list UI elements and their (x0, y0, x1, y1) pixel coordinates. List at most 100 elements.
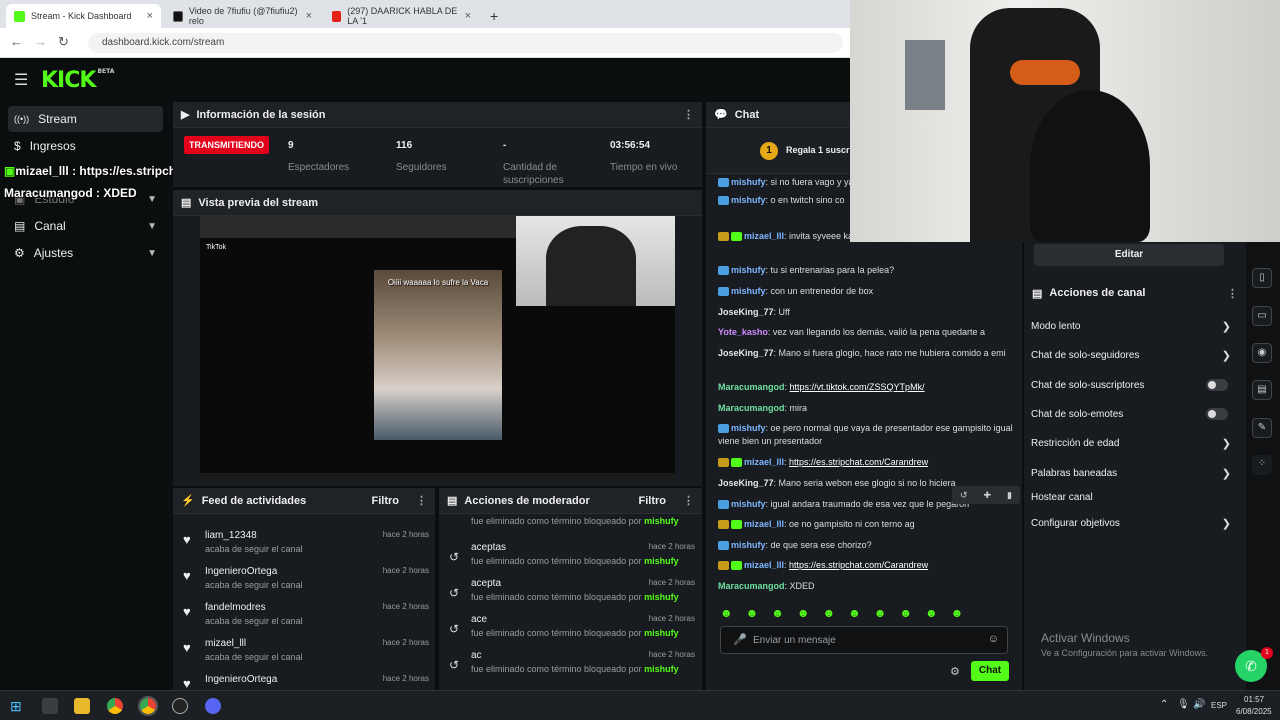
chat-message[interactable]: Maracumangod: mira (718, 402, 1014, 415)
list-item[interactable]: ♥ IngenieroOrtega acaba de seguir el can… (173, 562, 435, 598)
filter-button[interactable]: Filtro (639, 495, 667, 507)
sidebar-item-ajustes[interactable]: ⚙ Ajustes ▼ (8, 240, 163, 266)
list-item[interactable]: ↺ aceptas fue eliminado como término blo… (439, 538, 701, 574)
undo-icon[interactable]: ↺ (449, 586, 459, 600)
channel-action-goals[interactable]: Configurar objetivos ❯ (1031, 517, 1231, 530)
windows-start-icon[interactable]: ⊞ (10, 698, 26, 714)
language-indicator[interactable]: ESP (1211, 701, 1227, 710)
undo-icon[interactable]: ↺ (449, 550, 459, 564)
chat-link[interactable]: https://es.stripchat.com/Carandrew (789, 457, 928, 467)
hamburger-menu-icon[interactable]: ☰ (14, 70, 28, 90)
wrench-icon[interactable]: ✎ (1252, 418, 1272, 438)
chat-message[interactable]: Maracumangod: https://vt.tiktok.com/ZSSQ… (718, 381, 1014, 394)
chat-username[interactable]: JoseKing_77 (718, 307, 774, 317)
chat-username[interactable]: mishufy (731, 265, 766, 275)
chat-username[interactable]: mishufy (731, 499, 766, 509)
chat-username[interactable]: mishufy (731, 195, 766, 205)
chat-message[interactable]: JoseKing_77: Mano si fuera glogio, hace … (718, 347, 1014, 360)
undo-icon[interactable]: ↺ (449, 658, 459, 672)
volume-icon[interactable]: 🔊 (1193, 699, 1205, 710)
chat-message[interactable]: mishufy: de que sera ese chorizo? (718, 539, 1014, 552)
list-item[interactable]: ♥ liam_12348 acaba de seguir el canal ha… (173, 526, 435, 562)
chat-username[interactable]: mizael_lll (744, 231, 784, 241)
undo-icon[interactable]: ↺ (449, 622, 459, 636)
channel-action-emotes-only[interactable]: Chat de solo-emotes (1031, 408, 1231, 420)
list-item[interactable]: ↺ acepta fue eliminado como término bloq… (439, 574, 701, 610)
chat-bubble-icon[interactable]: ▭ (1252, 306, 1272, 326)
more-options-icon[interactable]: ⋮ (416, 494, 427, 507)
stream-preview-video[interactable]: TikTok Oiiii waaaaa lo sufre la Vaca (200, 216, 675, 483)
kick-logo[interactable]: KICK BETA (41, 68, 114, 93)
more-options-icon[interactable]: ⋮ (1227, 287, 1238, 300)
edit-button[interactable]: Editar (1034, 244, 1224, 266)
chat-message[interactable]: mizael_lll: https://es.stripchat.com/Car… (718, 559, 1014, 572)
settings-gear-icon[interactable]: ⚙ (950, 665, 960, 678)
emoji-icon[interactable]: ☺ (988, 633, 999, 645)
chat-message[interactable]: mishufy: oe pero normal que vaya de pres… (718, 422, 1014, 448)
tray-chevron-icon[interactable]: ⌃ (1160, 699, 1168, 710)
document-icon[interactable]: ▯ (1252, 268, 1272, 288)
chat-username[interactable]: mizael_lll (744, 560, 784, 570)
browser-tab-youtube[interactable]: (297) DAARICK HABLA DE LA '1 × (324, 4, 479, 28)
emotes-only-toggle[interactable] (1206, 408, 1228, 420)
list-item[interactable]: ♥ IngenieroOrtega hace 2 horas (173, 670, 435, 690)
chat-username[interactable]: mishufy (731, 177, 766, 187)
chat-message[interactable]: mizael_lll: https://es.stripchat.com/Car… (718, 456, 1014, 469)
send-chat-button[interactable]: Chat (971, 661, 1009, 681)
chat-message[interactable]: Maracumangod: XDED (718, 580, 1014, 593)
more-options-icon[interactable]: ⋮ (683, 108, 694, 121)
list-item[interactable]: ♥ fandelmodres acaba de seguir el canal … (173, 598, 435, 634)
channel-action-slow-mode[interactable]: Modo lento ❯ (1031, 320, 1231, 333)
obs-icon[interactable] (172, 698, 188, 714)
broadcast-icon[interactable]: ◉ (1252, 343, 1272, 363)
sidebar-item-ingresos[interactable]: $ Ingresos (8, 133, 163, 159)
reply-icon[interactable]: ↺ (960, 490, 968, 501)
mic-icon[interactable]: 🎤 (733, 633, 747, 646)
apps-icon[interactable]: ⁘ (1252, 455, 1272, 475)
chat-link[interactable]: https://vt.tiktok.com/ZSSQYTpMk/ (790, 382, 925, 392)
chat-username[interactable]: JoseKing_77 (718, 478, 774, 488)
list-item[interactable]: ♥ mizael_lll acaba de seguir el canal ha… (173, 634, 435, 670)
chat-username[interactable]: Maracumangod (718, 581, 785, 591)
chat-message[interactable]: mizael_lll: oe no gampisito ni con terno… (718, 518, 1014, 531)
close-icon[interactable]: × (465, 10, 471, 22)
emote-bar[interactable]: ☻☻☻☻☻☻☻☻☻☻ (720, 606, 1010, 622)
chat-username[interactable]: Maracumangod (718, 382, 785, 392)
chat-link[interactable]: https://es.stripchat.com/Carandrew (789, 560, 928, 570)
browser-tab-kick[interactable]: Stream - Kick Dashboard × (6, 4, 161, 28)
sidebar-item-canal[interactable]: ▤ Canal ▼ (8, 213, 163, 239)
trash-icon[interactable]: ▮ (1007, 490, 1012, 501)
file-explorer-icon[interactable] (74, 698, 90, 714)
chat-username[interactable]: Yote_kasho (718, 327, 768, 337)
chat-username[interactable]: mishufy (731, 540, 766, 550)
task-view-icon[interactable] (42, 698, 58, 714)
subscribers-only-toggle[interactable] (1206, 379, 1228, 391)
clock-date[interactable]: 6/08/2025 (1236, 707, 1272, 716)
channel-action-followers-only[interactable]: Chat de solo-seguidores ❯ (1031, 349, 1231, 362)
filter-button[interactable]: Filtro (372, 495, 400, 507)
list-item[interactable]: ↺ ac fue eliminado como término bloquead… (439, 646, 701, 682)
channel-action-age-restriction[interactable]: Restricción de edad ❯ (1031, 437, 1231, 450)
chat-username[interactable]: mizael_lll (744, 519, 784, 529)
channel-action-banned-words[interactable]: Palabras baneadas ❯ (1031, 467, 1231, 480)
chat-message[interactable]: Yote_kasho: vez van llegando los demás, … (718, 326, 1014, 339)
new-tab-button[interactable]: + (482, 4, 502, 28)
discord-icon[interactable] (205, 698, 221, 714)
microphone-icon[interactable]: 🎙 (1177, 699, 1190, 710)
chat-username[interactable]: mizael_lll (744, 457, 784, 467)
more-options-icon[interactable]: ⋮ (683, 494, 694, 507)
chrome-icon[interactable] (107, 698, 123, 714)
sidebar-item-stream[interactable]: ((•)) Stream (8, 106, 163, 132)
browser-tab-tiktok[interactable]: Video de 7fiufiu (@7fiufiu2) relo × (165, 4, 320, 28)
forward-icon[interactable]: → (34, 34, 47, 49)
pin-icon[interactable]: ✚ (984, 490, 992, 501)
chat-message[interactable]: mishufy: tu si entrenarias para la pelea… (718, 264, 1014, 277)
clock-time[interactable]: 01:57 (1244, 695, 1264, 704)
message-input[interactable]: 🎤 Enviar un mensaje ☺ (720, 626, 1008, 654)
reload-icon[interactable]: ↻ (58, 34, 69, 50)
chat-message[interactable]: mishufy: con un entrenedor de box (718, 285, 1014, 298)
chat-username[interactable]: Maracumangod (718, 403, 785, 413)
back-icon[interactable]: ← (10, 34, 23, 49)
chat-username[interactable]: JoseKing_77 (718, 348, 774, 358)
chrome-active-icon[interactable] (138, 696, 158, 716)
